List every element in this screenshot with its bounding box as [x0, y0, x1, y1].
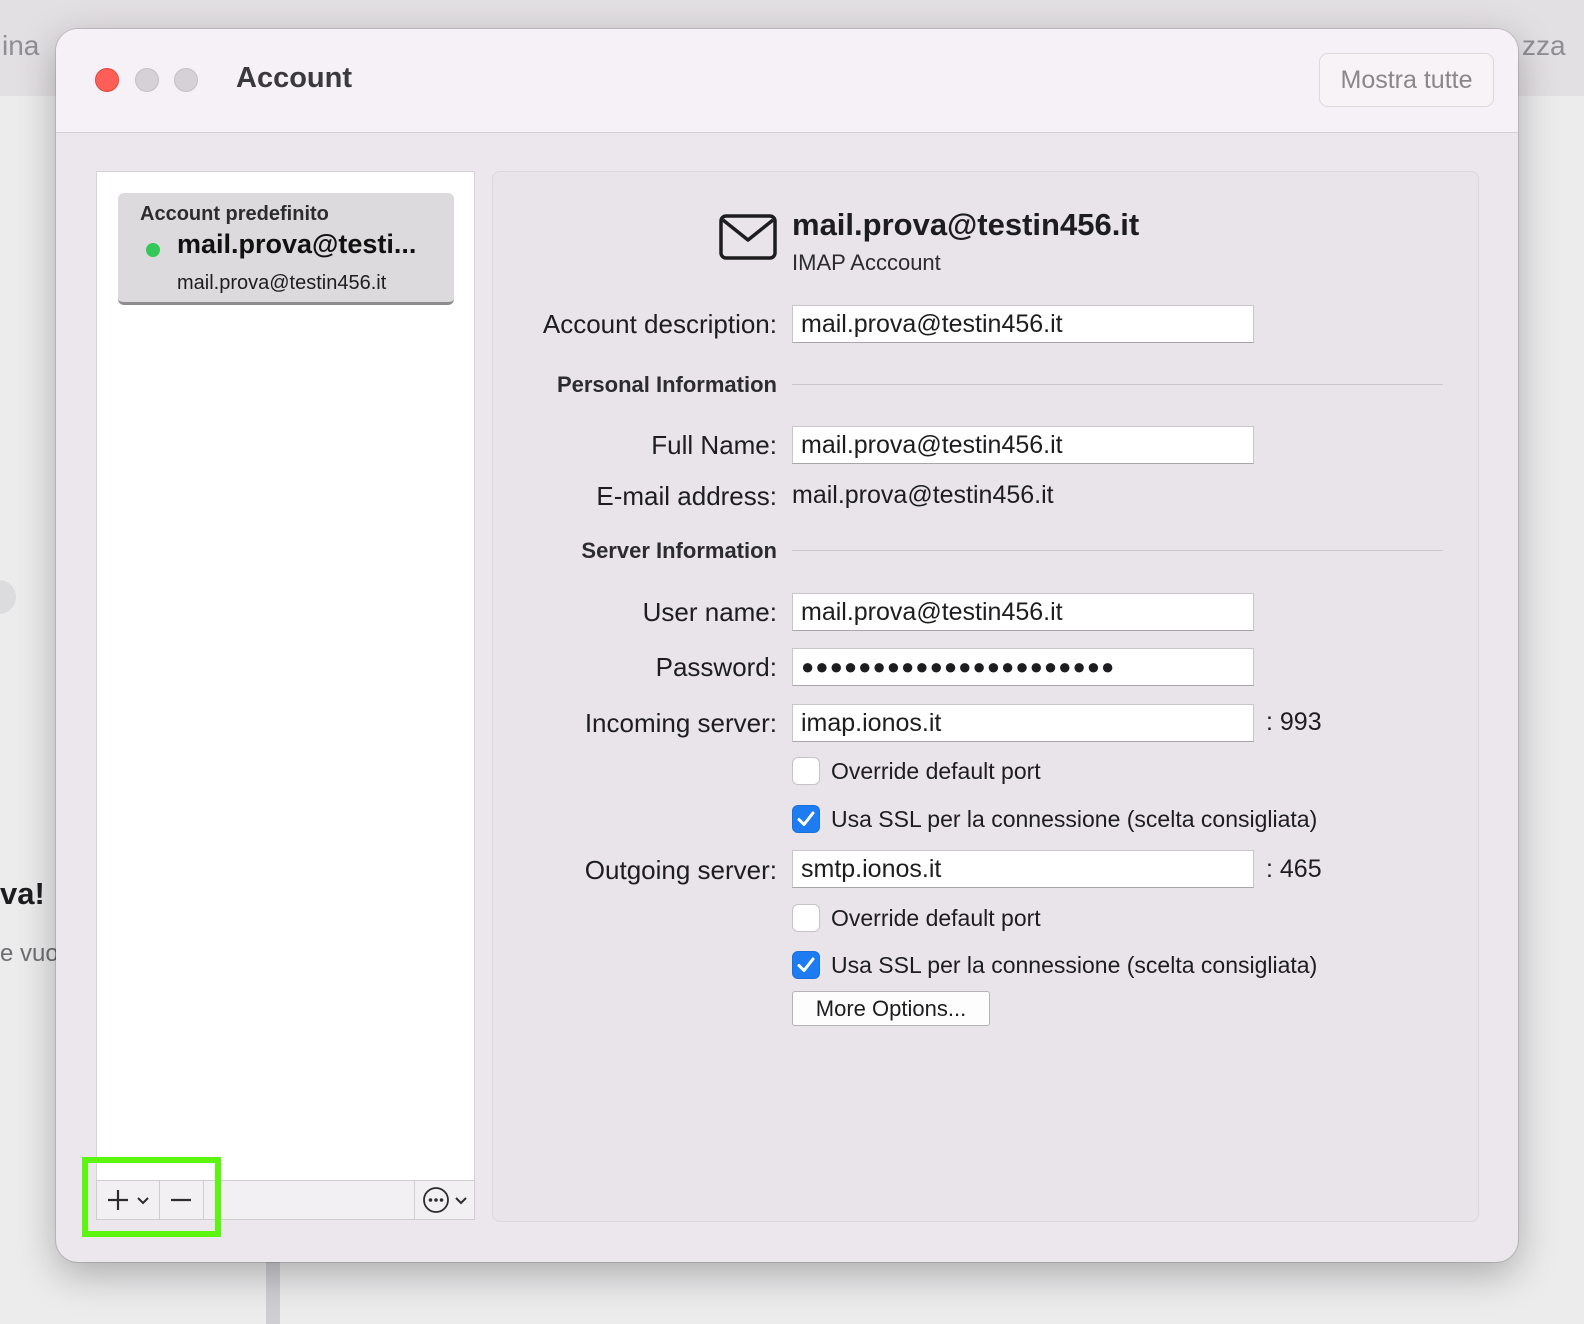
- zoom-window-button[interactable]: [174, 68, 198, 92]
- account-preferences-window: Account Mostra tutte Account predefinito…: [56, 29, 1518, 1262]
- section-divider: [792, 384, 1443, 385]
- window-title: Account: [236, 62, 352, 94]
- background-left-text: ina: [2, 30, 40, 61]
- incoming-port: : 993: [1266, 708, 1322, 736]
- password-field[interactable]: ●●●●●●●●●●●●●●●●●●●●●●: [792, 648, 1254, 686]
- sidebar-toolbar: [96, 1180, 475, 1220]
- account-type: IMAP Acccount: [792, 250, 941, 275]
- outgoing-override-port-checkbox[interactable]: [792, 904, 820, 932]
- minus-icon: [171, 1198, 191, 1202]
- close-window-button[interactable]: [95, 68, 119, 92]
- ellipsis-circle-icon: [422, 1187, 449, 1213]
- account-group-label: Account predefinito: [140, 203, 329, 225]
- account-description-field[interactable]: [792, 305, 1254, 343]
- account-title: mail.prova@testin456.it: [792, 207, 1140, 242]
- checkmark-icon: [797, 957, 815, 972]
- full-name-label: Full Name:: [651, 430, 777, 460]
- outgoing-ssl-checkbox[interactable]: [792, 951, 820, 979]
- show-all-button[interactable]: Mostra tutte: [1319, 53, 1494, 107]
- more-options-button[interactable]: More Options...: [792, 991, 990, 1026]
- remove-account-button[interactable]: [159, 1181, 204, 1219]
- plus-icon: [108, 1190, 128, 1210]
- section-divider: [792, 550, 1443, 551]
- envelope-icon: [719, 214, 777, 260]
- account-name: mail.prova@testi...: [177, 229, 417, 259]
- online-status-icon: [146, 243, 160, 257]
- incoming-server-field[interactable]: [792, 704, 1254, 742]
- background-right-text: zza: [1522, 30, 1566, 61]
- user-name-label: User name:: [642, 597, 777, 627]
- personal-information-heading: Personal Information: [556, 372, 777, 397]
- incoming-override-port-label: Override default port: [831, 758, 1041, 784]
- background-divider: [266, 1262, 280, 1324]
- account-email: mail.prova@testin456.it: [177, 272, 387, 294]
- minimize-window-button[interactable]: [135, 68, 159, 92]
- account-actions-menu-button[interactable]: [414, 1181, 475, 1219]
- chevron-down-icon: [137, 1197, 149, 1205]
- email-address-label: E-mail address:: [596, 481, 777, 511]
- checkmark-icon: [797, 811, 815, 826]
- full-name-field[interactable]: [792, 426, 1254, 464]
- outgoing-port: : 465: [1266, 855, 1322, 883]
- outgoing-server-field[interactable]: [792, 850, 1254, 888]
- incoming-server-label: Incoming server:: [584, 708, 777, 738]
- titlebar: Account Mostra tutte: [56, 29, 1518, 133]
- accounts-sidebar: Account predefinito mail.prova@testi... …: [96, 171, 475, 1181]
- outgoing-override-port-label: Override default port: [831, 905, 1041, 931]
- incoming-override-port-checkbox[interactable]: [792, 757, 820, 785]
- user-name-field[interactable]: [792, 593, 1254, 631]
- incoming-ssl-checkbox[interactable]: [792, 805, 820, 833]
- account-list-item[interactable]: Account predefinito mail.prova@testi... …: [118, 193, 454, 305]
- account-description-label: Account description:: [542, 309, 777, 339]
- password-label: Password:: [655, 652, 777, 682]
- background-heading: va!: [0, 876, 45, 911]
- incoming-ssl-label: Usa SSL per la connessione (scelta consi…: [831, 806, 1318, 832]
- email-address-value: mail.prova@testin456.it: [792, 481, 1054, 509]
- server-information-heading: Server Information: [581, 538, 777, 563]
- add-account-button[interactable]: [97, 1181, 160, 1219]
- background-bubble: [0, 580, 16, 614]
- outgoing-server-label: Outgoing server:: [584, 855, 777, 885]
- chevron-down-icon: [454, 1197, 467, 1205]
- outgoing-ssl-label: Usa SSL per la connessione (scelta consi…: [831, 952, 1318, 978]
